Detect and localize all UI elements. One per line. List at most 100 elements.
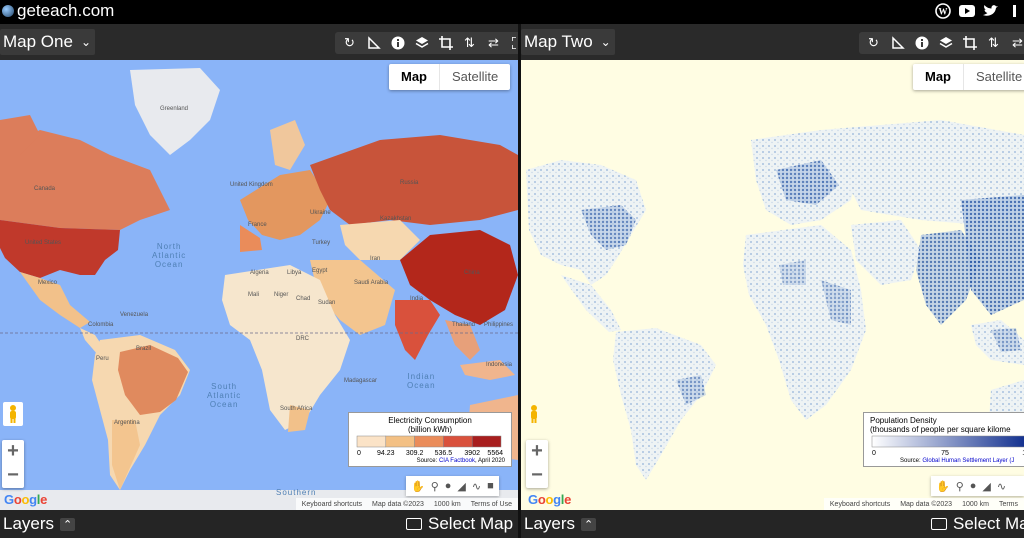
legend-source-suffix: , April 2020 bbox=[474, 458, 505, 464]
country-label: Madagascar bbox=[344, 378, 378, 384]
map-attribution: Keyboard shortcuts Map data ©2023 1000 k… bbox=[295, 498, 518, 510]
map-two-toolbar: ↻ ⇅ ⇄ bbox=[859, 32, 1024, 54]
map-one-canvas[interactable]: North Atlantic Ocean South Atlantic Ocea… bbox=[0, 60, 518, 510]
zoom-control: + − bbox=[526, 440, 548, 488]
zoom-out-button[interactable]: − bbox=[2, 464, 24, 488]
zoom-out-button[interactable]: − bbox=[526, 464, 548, 488]
rectangle-icon[interactable]: ■ bbox=[487, 480, 494, 492]
country-label: Niger bbox=[274, 292, 289, 298]
legend-tick: 309.2 bbox=[406, 450, 424, 457]
country-label: Chad bbox=[296, 296, 311, 302]
zoom-in-button[interactable]: + bbox=[526, 440, 548, 464]
refresh-icon[interactable]: ↻ bbox=[864, 34, 883, 52]
country-label: Iran bbox=[370, 256, 381, 262]
country-label: Ukraine bbox=[310, 210, 331, 216]
circle-icon[interactable]: ● bbox=[970, 480, 977, 492]
measure-icon[interactable] bbox=[888, 34, 907, 52]
pegman-icon[interactable] bbox=[3, 402, 23, 426]
fullscreen-icon[interactable] bbox=[508, 34, 518, 52]
info-icon[interactable] bbox=[388, 34, 407, 52]
circle-icon[interactable]: ● bbox=[445, 480, 452, 492]
google-logo: Google bbox=[4, 492, 48, 507]
legend-tick: 0 bbox=[872, 450, 876, 457]
marker-icon[interactable]: ⚲ bbox=[956, 480, 964, 493]
polyline-icon[interactable]: ∿ bbox=[997, 480, 1006, 493]
keyboard-shortcuts-link[interactable]: Keyboard shortcuts bbox=[302, 501, 362, 508]
measure-icon[interactable] bbox=[364, 34, 383, 52]
legend-source-link[interactable]: CIA Factbook bbox=[439, 458, 475, 464]
legend-source: Source: CIA Factbook, April 2020 bbox=[355, 458, 505, 464]
marker-icon[interactable]: ⚲ bbox=[431, 480, 439, 493]
crop-icon[interactable] bbox=[960, 34, 979, 52]
legend-source-prefix: Source: bbox=[416, 458, 439, 464]
country-label: Kazakhstan bbox=[380, 216, 412, 222]
country-label: Peru bbox=[96, 356, 109, 362]
zoom-in-button[interactable]: + bbox=[2, 440, 24, 464]
drawing-toolbar: ✋ ⚲ ● ◢ ∿ ■ bbox=[406, 476, 499, 496]
map-one-selector[interactable]: Map One ⌄ bbox=[0, 29, 95, 55]
twitter-icon[interactable] bbox=[982, 2, 1000, 20]
map-type-map-button[interactable]: Map bbox=[913, 64, 963, 90]
svg-text:W: W bbox=[939, 7, 948, 17]
hand-icon[interactable]: ✋ bbox=[936, 480, 950, 493]
layers-button[interactable]: Layers ⌃ bbox=[524, 514, 597, 534]
map-type-map-button[interactable]: Map bbox=[389, 64, 439, 90]
country-label: Saudi Arabia bbox=[354, 280, 389, 286]
country-label: South Africa bbox=[280, 406, 313, 412]
map-two-selector[interactable]: Map Two ⌄ bbox=[521, 29, 615, 55]
arrows-vertical-icon[interactable]: ⇅ bbox=[460, 34, 479, 52]
legend-tick: 3902 bbox=[464, 450, 480, 457]
crop-icon[interactable] bbox=[436, 34, 455, 52]
legend-source-link[interactable]: Global Human Settlement Layer (J bbox=[922, 458, 1014, 464]
map-type-satellite-button[interactable]: Satellite bbox=[963, 64, 1024, 90]
info-icon[interactable] bbox=[912, 34, 931, 52]
country-label: France bbox=[248, 222, 267, 228]
wordpress-icon[interactable]: W bbox=[934, 2, 952, 20]
map-two-canvas[interactable]: Map Satellite + − Google Population Dens… bbox=[521, 60, 1024, 510]
country-label: Canada bbox=[34, 186, 56, 192]
map-type-toggle: Map Satellite bbox=[389, 64, 511, 90]
polyline-icon[interactable]: ∿ bbox=[472, 480, 481, 493]
youtube-icon[interactable] bbox=[958, 2, 976, 20]
folder-icon bbox=[931, 518, 947, 530]
ocean-label-southern: Southern bbox=[276, 488, 317, 497]
population-legend: Population Density (thousands of people … bbox=[863, 412, 1024, 467]
arrows-horizontal-icon[interactable]: ⇄ bbox=[484, 34, 503, 52]
more-icon[interactable] bbox=[1006, 2, 1024, 20]
select-map-button[interactable]: Select Ma bbox=[931, 514, 1024, 534]
map-one-toolbar: ↻ ⇅ ⇄ bbox=[335, 32, 518, 54]
country-label: United Kingdom bbox=[230, 182, 273, 188]
country-label: Sudan bbox=[318, 300, 336, 306]
terms-link[interactable]: Terms of Use bbox=[471, 501, 512, 508]
chevron-down-icon: ⌄ bbox=[80, 35, 91, 49]
map-attribution: Keyboard shortcuts Map data ©2023 1000 k… bbox=[823, 498, 1024, 510]
layers-label: Layers bbox=[3, 514, 55, 533]
site-brand[interactable]: geteach.com bbox=[2, 1, 114, 21]
polygon-icon[interactable]: ◢ bbox=[982, 480, 990, 493]
legend-tick: 0 bbox=[357, 450, 361, 457]
legend-color-scale: 0 75 12 bbox=[871, 435, 1024, 457]
legend-tick: 75 bbox=[941, 450, 949, 457]
polygon-icon[interactable]: ◢ bbox=[457, 480, 465, 493]
keyboard-shortcuts-link[interactable]: Keyboard shortcuts bbox=[830, 501, 890, 508]
map-type-satellite-button[interactable]: Satellite bbox=[439, 64, 510, 90]
country-label: Algeria bbox=[250, 270, 269, 276]
pegman-icon[interactable] bbox=[526, 402, 542, 424]
layers-button[interactable]: Layers ⌃ bbox=[3, 514, 76, 534]
legend-tick: 94.23 bbox=[377, 450, 395, 457]
legend-tick: 536.5 bbox=[435, 450, 453, 457]
social-links: W bbox=[934, 2, 1024, 20]
layers-icon[interactable] bbox=[936, 34, 955, 52]
terms-link[interactable]: Terms bbox=[999, 501, 1018, 508]
map-one-footer: Layers ⌃ Select Map bbox=[0, 510, 518, 538]
arrows-horizontal-icon[interactable]: ⇄ bbox=[1008, 34, 1024, 52]
map-data-text: Map data ©2023 bbox=[900, 500, 953, 508]
refresh-icon[interactable]: ↻ bbox=[340, 34, 359, 52]
select-map-button[interactable]: Select Map bbox=[406, 514, 513, 534]
hand-icon[interactable]: ✋ bbox=[411, 480, 425, 493]
arrows-vertical-icon[interactable]: ⇅ bbox=[984, 34, 1003, 52]
country-label: Brazil bbox=[136, 346, 152, 352]
layers-icon[interactable] bbox=[412, 34, 431, 52]
zoom-control: + − bbox=[2, 440, 24, 488]
chevron-up-icon: ⌃ bbox=[581, 517, 597, 531]
